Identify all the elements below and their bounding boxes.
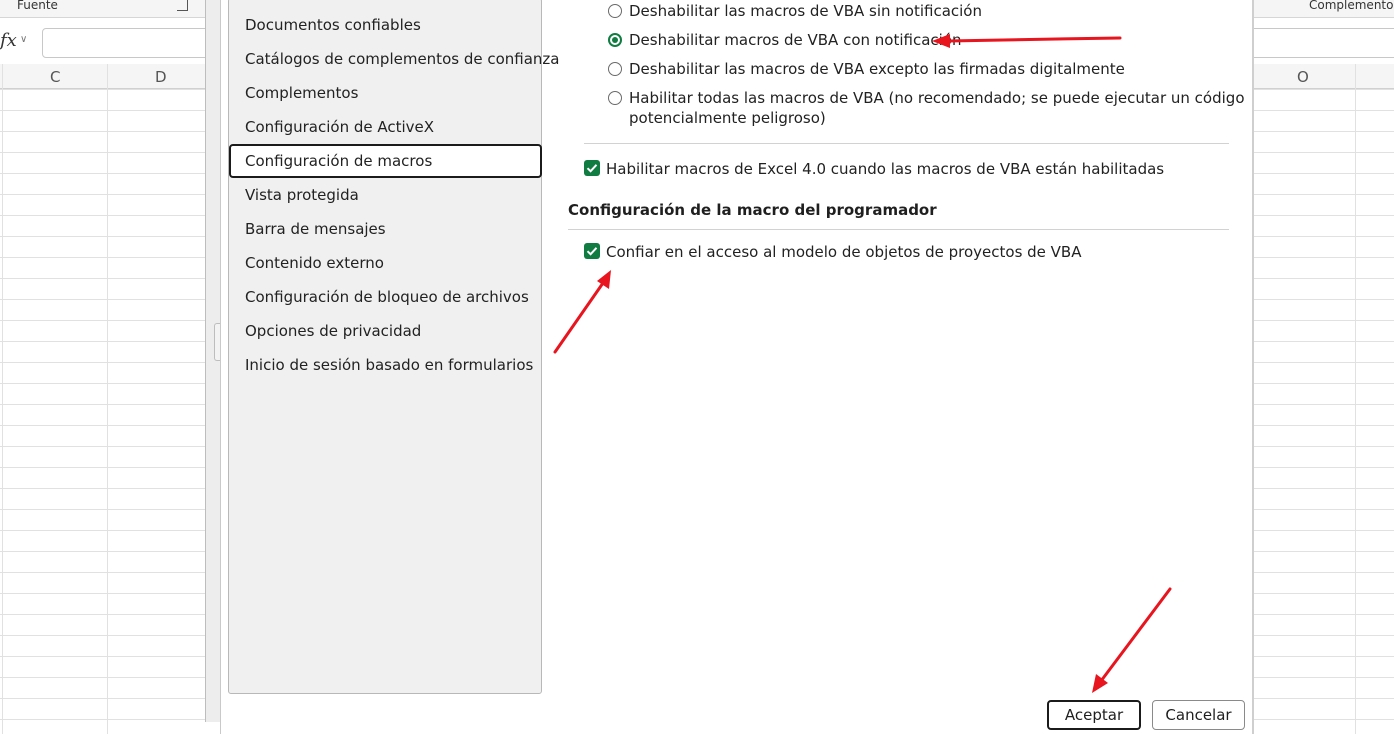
nav-item-external-content[interactable]: Contenido externo	[245, 254, 384, 272]
dialog-launcher-icon[interactable]	[177, 0, 188, 11]
nav-item-form-based-signin[interactable]: Inicio de sesión basado en formularios	[245, 356, 533, 374]
checkbox-excel4-macros[interactable]	[584, 160, 600, 176]
option-label-disable-with-notification[interactable]: Deshabilitar macros de VBA con notificac…	[629, 30, 962, 50]
checkbox-trust-vba-object-model[interactable]	[584, 243, 600, 259]
cancel-button[interactable]: Cancelar	[1152, 700, 1245, 730]
nav-item-protected-view[interactable]: Vista protegida	[245, 186, 359, 204]
nav-item-trusted-documents[interactable]: Documentos confiables	[245, 16, 421, 34]
option-label-disable-except-signed[interactable]: Deshabilitar las macros de VBA excepto l…	[629, 59, 1125, 79]
formula-input[interactable]	[42, 28, 214, 58]
ok-button[interactable]: Aceptar	[1047, 700, 1141, 730]
nav-item-addins[interactable]: Complementos	[245, 84, 358, 102]
nav-item-activex-settings[interactable]: Configuración de ActiveX	[245, 118, 434, 136]
radio-disable-except-signed[interactable]	[608, 62, 622, 76]
check-icon	[586, 247, 598, 256]
chevron-down-icon[interactable]: ∨	[20, 34, 27, 45]
column-header-c[interactable]: C	[50, 68, 60, 86]
radio-enable-all[interactable]	[608, 91, 622, 105]
formula-input-right[interactable]	[1254, 28, 1394, 58]
column-header-bar-right	[1254, 64, 1394, 89]
option-label-enable-all-line2[interactable]: potencialmente peligroso)	[629, 108, 826, 128]
ribbon-group-addins-label: Complementos	[1309, 0, 1394, 12]
column-header-d[interactable]: D	[155, 68, 167, 86]
nav-item-trusted-addin-catalogs[interactable]: Catálogos de complementos de confianza	[245, 50, 560, 68]
column-header-o[interactable]: O	[1297, 68, 1309, 86]
option-label-enable-all[interactable]: Habilitar todas las macros de VBA (no re…	[629, 88, 1245, 108]
nav-item-privacy-options[interactable]: Opciones de privacidad	[245, 322, 421, 340]
column-header-bar	[0, 64, 205, 89]
worksheet-grid[interactable]	[0, 89, 205, 734]
dialog-edge	[1252, 0, 1254, 734]
nav-item-macro-settings[interactable]: Configuración de macros	[245, 152, 432, 170]
worksheet-grid-right[interactable]	[1254, 89, 1394, 734]
ribbon-group-font-label: Fuente	[17, 0, 58, 12]
checkbox-label-trust-vba-object-model[interactable]: Confiar en el acceso al modelo de objeto…	[606, 242, 1082, 262]
nav-item-message-bar[interactable]: Barra de mensajes	[245, 220, 386, 238]
radio-disable-with-notification[interactable]	[608, 33, 622, 47]
check-icon	[586, 164, 598, 173]
divider	[584, 143, 1229, 144]
insert-function-icon[interactable]: fx	[0, 30, 17, 51]
nav-item-file-block-settings[interactable]: Configuración de bloqueo de archivos	[245, 288, 529, 306]
checkbox-label-excel4-macros[interactable]: Habilitar macros de Excel 4.0 cuando las…	[606, 159, 1164, 179]
radio-disable-no-notification[interactable]	[608, 4, 622, 18]
option-label-disable-no-notification[interactable]: Deshabilitar las macros de VBA sin notif…	[629, 1, 982, 21]
section-title-developer-macro: Configuración de la macro del programado…	[568, 201, 937, 219]
divider	[568, 229, 1229, 230]
trust-center-nav	[228, 0, 542, 694]
